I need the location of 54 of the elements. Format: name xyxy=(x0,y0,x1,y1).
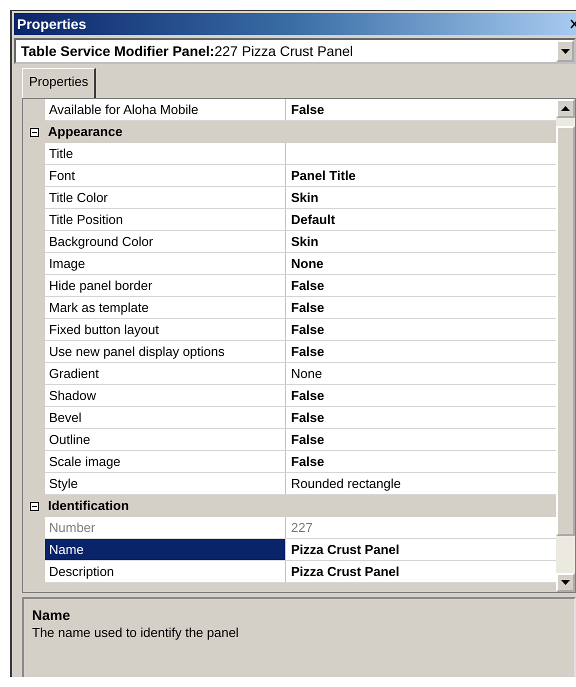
scroll-down-button[interactable] xyxy=(556,573,575,592)
property-value[interactable]: False xyxy=(286,429,556,451)
property-name[interactable]: Outline xyxy=(45,429,286,451)
property-value[interactable]: Pizza Crust Panel xyxy=(286,561,556,583)
description-title: Name xyxy=(32,607,72,623)
property-name[interactable]: Font xyxy=(45,165,286,187)
description-text: The name used to identify the panel xyxy=(32,625,240,640)
property-value[interactable]: Panel Title xyxy=(286,165,556,187)
property-value[interactable]: Skin xyxy=(286,187,556,209)
property-name[interactable]: Style xyxy=(45,473,286,495)
close-icon[interactable] xyxy=(570,19,576,29)
up-arrow-icon xyxy=(561,106,570,111)
down-arrow-icon xyxy=(561,580,570,585)
category-header[interactable]: Identification xyxy=(47,498,130,513)
collapse-icon[interactable] xyxy=(30,128,38,136)
property-name[interactable]: Description xyxy=(45,561,286,583)
property-name[interactable]: Title Position xyxy=(45,209,286,231)
property-name[interactable]: Available for Aloha Mobile xyxy=(45,99,286,121)
caret-icon xyxy=(560,48,570,54)
property-name[interactable]: Hide panel border xyxy=(45,275,286,297)
dropdown-button[interactable] xyxy=(556,40,574,62)
tab[interactable]: Properties xyxy=(22,68,96,98)
property-value[interactable]: False xyxy=(286,385,556,407)
property-value[interactable]: False xyxy=(286,341,556,363)
property-name[interactable]: Gradient xyxy=(45,363,286,385)
property-name[interactable]: Bevel xyxy=(45,407,286,429)
property-name[interactable]: Title Color xyxy=(45,187,286,209)
property-value[interactable]: False xyxy=(286,275,556,297)
property-name[interactable]: Background Color xyxy=(45,231,286,253)
property-value[interactable]: Pizza Crust Panel xyxy=(286,539,556,561)
property-value[interactable]: Default xyxy=(286,209,556,231)
property-value[interactable]: None xyxy=(286,253,556,275)
property-name[interactable]: Mark as template xyxy=(45,297,286,319)
window-title: Properties xyxy=(17,16,86,32)
property-value[interactable]: Rounded rectangle xyxy=(286,473,556,495)
property-name[interactable]: Fixed button layout xyxy=(45,319,286,341)
object-selector[interactable]: Table Service Modifier Panel:227 Pizza Crust Panel xyxy=(14,38,576,64)
property-name[interactable]: Scale image xyxy=(45,451,286,473)
property-name[interactable]: Shadow xyxy=(45,385,286,407)
property-value[interactable]: False xyxy=(286,407,556,429)
category-header[interactable]: Appearance xyxy=(47,124,124,139)
collapse-icon[interactable] xyxy=(30,502,38,510)
scrollbar-thumb[interactable] xyxy=(556,126,575,536)
property-name[interactable]: Image xyxy=(45,253,286,275)
property-name[interactable]: Use new panel display options xyxy=(45,341,286,363)
property-value[interactable]: None xyxy=(286,363,556,385)
property-value[interactable]: False xyxy=(286,99,556,121)
property-name[interactable]: Title xyxy=(45,143,286,165)
property-value[interactable]: False xyxy=(286,297,556,319)
property-value[interactable]: Skin xyxy=(286,231,556,253)
property-name[interactable]: Name xyxy=(45,539,286,561)
property-value[interactable]: False xyxy=(286,451,556,473)
scroll-up-button[interactable] xyxy=(556,99,575,118)
property-value[interactable]: False xyxy=(286,319,556,341)
